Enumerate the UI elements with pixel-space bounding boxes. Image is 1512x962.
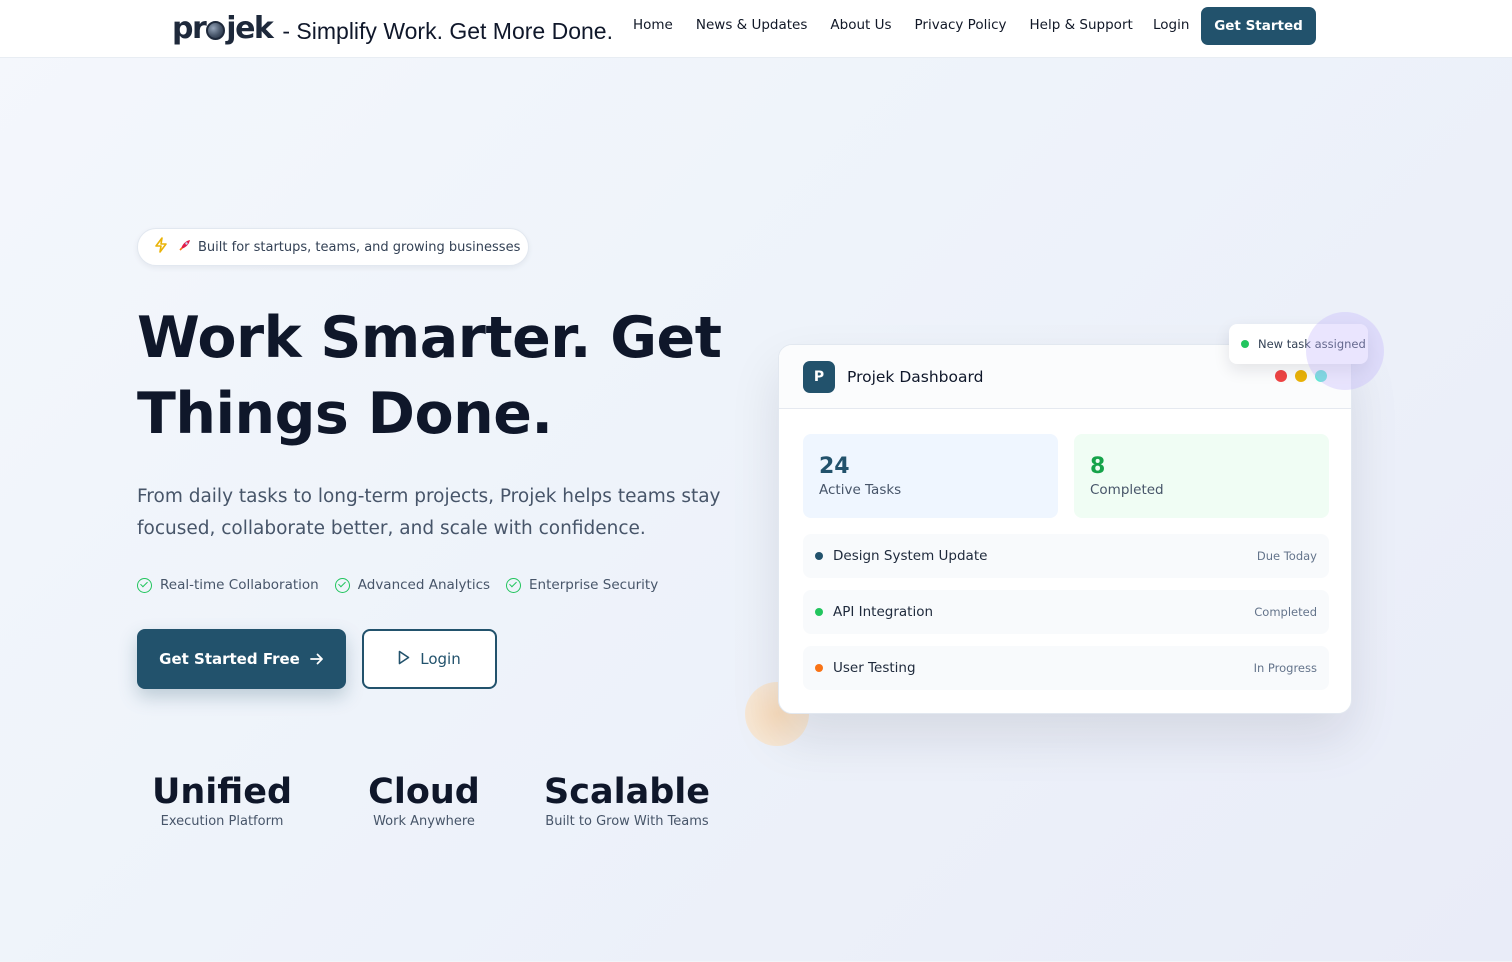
- get-started-free-button[interactable]: Get Started Free: [137, 629, 346, 689]
- arrow-right-icon: [309, 650, 324, 669]
- nav-news-updates[interactable]: News & Updates: [696, 17, 808, 33]
- audience-pill: Built for startups, teams, and growing b…: [137, 228, 529, 266]
- stat-caption: Work Anywhere: [373, 814, 475, 829]
- check-circle-icon: [334, 577, 350, 593]
- feature-list: Real-time Collaboration Advanced Analyti…: [137, 577, 674, 593]
- task-list: Design System Update Due Today API Integ…: [803, 534, 1329, 702]
- red-dot-icon: [1275, 370, 1287, 382]
- tile-label: Completed: [1090, 482, 1164, 498]
- task-row: Design System Update Due Today: [803, 534, 1329, 578]
- check-circle-icon: [137, 577, 152, 593]
- task-row: User Testing In Progress: [803, 646, 1329, 690]
- task-status: Due Today: [1256, 549, 1317, 563]
- yellow-dot-icon: [1295, 370, 1307, 382]
- stat-scalable: Scalable Built to Grow With Teams: [537, 770, 717, 830]
- dashboard-tiles: 24 Active Tasks 8 Completed: [803, 434, 1329, 518]
- feature-label: Real-time Collaboration: [160, 577, 319, 593]
- nav-help-support[interactable]: Help & Support: [1030, 17, 1133, 33]
- site-tagline: - Simplify Work. Get More Done.: [282, 17, 613, 44]
- hero-subtitle: From daily tasks to long-term projects, …: [137, 486, 721, 539]
- task-name: API Integration: [833, 604, 934, 620]
- play-icon: [398, 650, 410, 669]
- task-name: User Testing: [833, 660, 916, 676]
- task-row: API Integration Completed: [803, 590, 1329, 634]
- site-header: pr jek - Simplify Work. Get More Done. H…: [0, 0, 1512, 58]
- feature-item: Enterprise Security: [506, 577, 658, 593]
- nav-about-us[interactable]: About Us: [830, 17, 891, 33]
- stat-cloud: Cloud Work Anywhere: [349, 770, 499, 830]
- rocket-icon: [178, 238, 192, 256]
- get-started-free-label: Get Started Free: [159, 650, 300, 668]
- tile-number: 24: [819, 454, 850, 479]
- logo-globe-icon: [206, 20, 226, 40]
- active-tasks-tile: 24 Active Tasks: [803, 434, 1058, 518]
- stat-unified: Unified Execution Platform: [137, 770, 307, 830]
- pill-text: Built for startups, teams, and growing b…: [198, 239, 521, 255]
- check-circle-icon: [506, 577, 522, 593]
- logo-suffix: jek: [226, 10, 274, 46]
- status-dot-icon: [815, 552, 823, 560]
- status-dot-icon: [815, 608, 823, 616]
- stat-value: Scalable: [544, 772, 710, 812]
- tile-label: Active Tasks: [819, 482, 902, 498]
- header-get-started-button[interactable]: Get Started: [1201, 7, 1316, 45]
- dashboard-preview-card: P Projek Dashboard 24 Active Tasks 8 Com…: [778, 344, 1352, 714]
- completed-tile: 8 Completed: [1074, 434, 1329, 518]
- stat-caption: Built to Grow With Teams: [545, 814, 709, 829]
- green-dot-icon: [1241, 340, 1249, 348]
- feature-label: Enterprise Security: [529, 577, 659, 593]
- stat-caption: Execution Platform: [160, 814, 284, 829]
- stat-value: Cloud: [368, 772, 480, 812]
- header-login-link[interactable]: Login: [1153, 17, 1189, 33]
- status-dot-icon: [815, 664, 823, 672]
- task-status: In Progress: [1253, 661, 1317, 675]
- feature-item: Advanced Analytics: [334, 577, 491, 593]
- dashboard-title: Projek Dashboard: [847, 367, 984, 386]
- nav-home[interactable]: Home: [633, 17, 673, 33]
- stat-value: Unified: [151, 772, 293, 812]
- logo[interactable]: pr jek - Simplify Work. Get More Done.: [172, 8, 613, 48]
- bolt-icon: [154, 237, 168, 257]
- task-status: Completed: [1254, 605, 1317, 619]
- dashboard-logo: P: [803, 360, 835, 393]
- logo-wordmark: pr jek: [172, 10, 274, 46]
- feature-item: Real-time Collaboration: [137, 577, 319, 593]
- feature-label: Advanced Analytics: [357, 577, 491, 593]
- tile-number: 8: [1090, 454, 1106, 479]
- hero-login-button[interactable]: Login: [362, 629, 497, 689]
- logo-prefix: pr: [172, 10, 207, 46]
- main-nav: Home News & Updates About Us Privacy Pol…: [633, 17, 1156, 33]
- hero-title: Work Smarter. Get Things Done.: [137, 305, 722, 447]
- nav-privacy-policy[interactable]: Privacy Policy: [915, 17, 1007, 33]
- hero-login-label: Login: [420, 650, 461, 668]
- decorative-purple-blob: [1306, 312, 1384, 390]
- task-name: Design System Update: [833, 548, 988, 564]
